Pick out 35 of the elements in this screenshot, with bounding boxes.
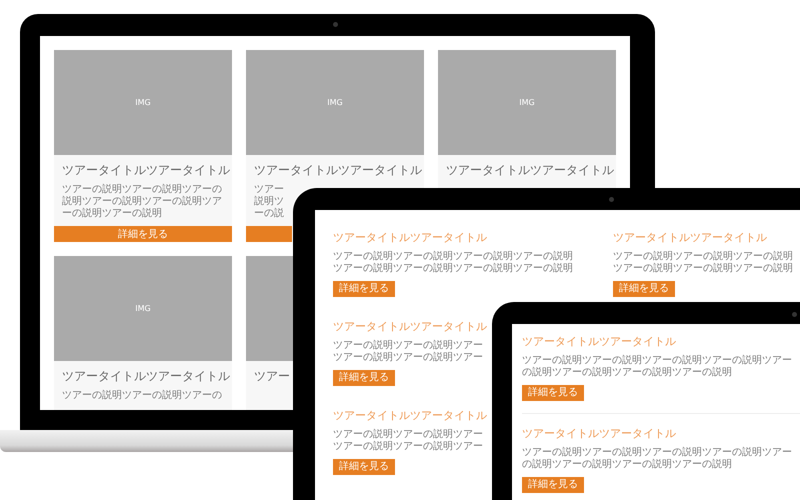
tour-title: ツアータイトルツアータイトル [333, 408, 487, 424]
tour-description: ツアーの説明ツアーの説明ツアー ツアーの説明ツアーの説明ツアー [333, 340, 483, 364]
image-label: IMG [135, 98, 151, 107]
details-button[interactable]: 詳細を見る [333, 281, 395, 297]
tour-title: ツアータイトルツアータイトル [254, 162, 422, 179]
tour-description: ツアーの説明ツアーの説明ツアーの説明ツアーの説明 ツアーの説明ツアーの説明ツアーの説明ツアーの説明 [333, 251, 573, 275]
details-button[interactable]: 詳細を見る [333, 370, 395, 386]
tour-title: ツアータイトルツアータイトル [62, 368, 230, 385]
tour-title: ツアー [254, 368, 290, 385]
tour-description: ツアーの説明ツアーの説明ツアーの説明ツアーの説明ツアー の説明ツアーの説明ツアーの説明ツアーの説明 [522, 447, 792, 471]
details-button[interactable]: 詳細を見る [613, 281, 675, 297]
tour-title: ツアータイトルツアータイトル [62, 162, 230, 179]
tour-description: ツアーの説明ツアーの説明ツアーの説明ツアーの説明ツアー の説明ツアーの説明ツアーの説明ツアーの説明 [522, 355, 792, 379]
camera-lens [333, 22, 338, 27]
tour-description: ツアーの説明ツアーの説明ツアーの説明 ツアーの説明ツアーの説明ツアーの説明 [613, 251, 793, 275]
image-label: IMG [519, 98, 535, 107]
tour-title: ツアータイトルツアータイトル [333, 230, 487, 246]
tour-description: ツアーの説明ツアーの説明ツアー ツアーの説明ツアーの説明ツアー [333, 429, 483, 453]
tour-description: ツアーの説明ツアーの説明ツアーの [62, 390, 222, 402]
details-button[interactable]: 詳細を見る [333, 459, 395, 475]
details-button[interactable]: 詳細を見る [54, 226, 232, 242]
tour-description: ツアー 説明ツ ーの説 [254, 184, 284, 220]
details-button[interactable]: 詳細を見る [522, 385, 584, 401]
tour-title: ツアータイトルツアータイトル [446, 162, 614, 179]
tour-description: ツアーの説明ツアーの説明ツアーの 説明ツアーの説明ツアーの説明ツア ーの説明ツアーの説明 [62, 184, 222, 220]
camera-lens [792, 312, 797, 317]
tour-title: ツアータイトルツアータイトル [522, 426, 676, 442]
details-button[interactable] [246, 226, 292, 242]
tour-title: ツアータイトルツアータイトル [522, 334, 676, 350]
camera-lens [609, 197, 614, 202]
tour-title: ツアータイトルツアータイトル [613, 230, 767, 246]
image-label: IMG [327, 98, 343, 107]
details-button[interactable]: 詳細を見る [522, 477, 584, 493]
image-label: IMG [135, 304, 151, 313]
tour-title: ツアータイトルツアータイトル [333, 319, 487, 335]
